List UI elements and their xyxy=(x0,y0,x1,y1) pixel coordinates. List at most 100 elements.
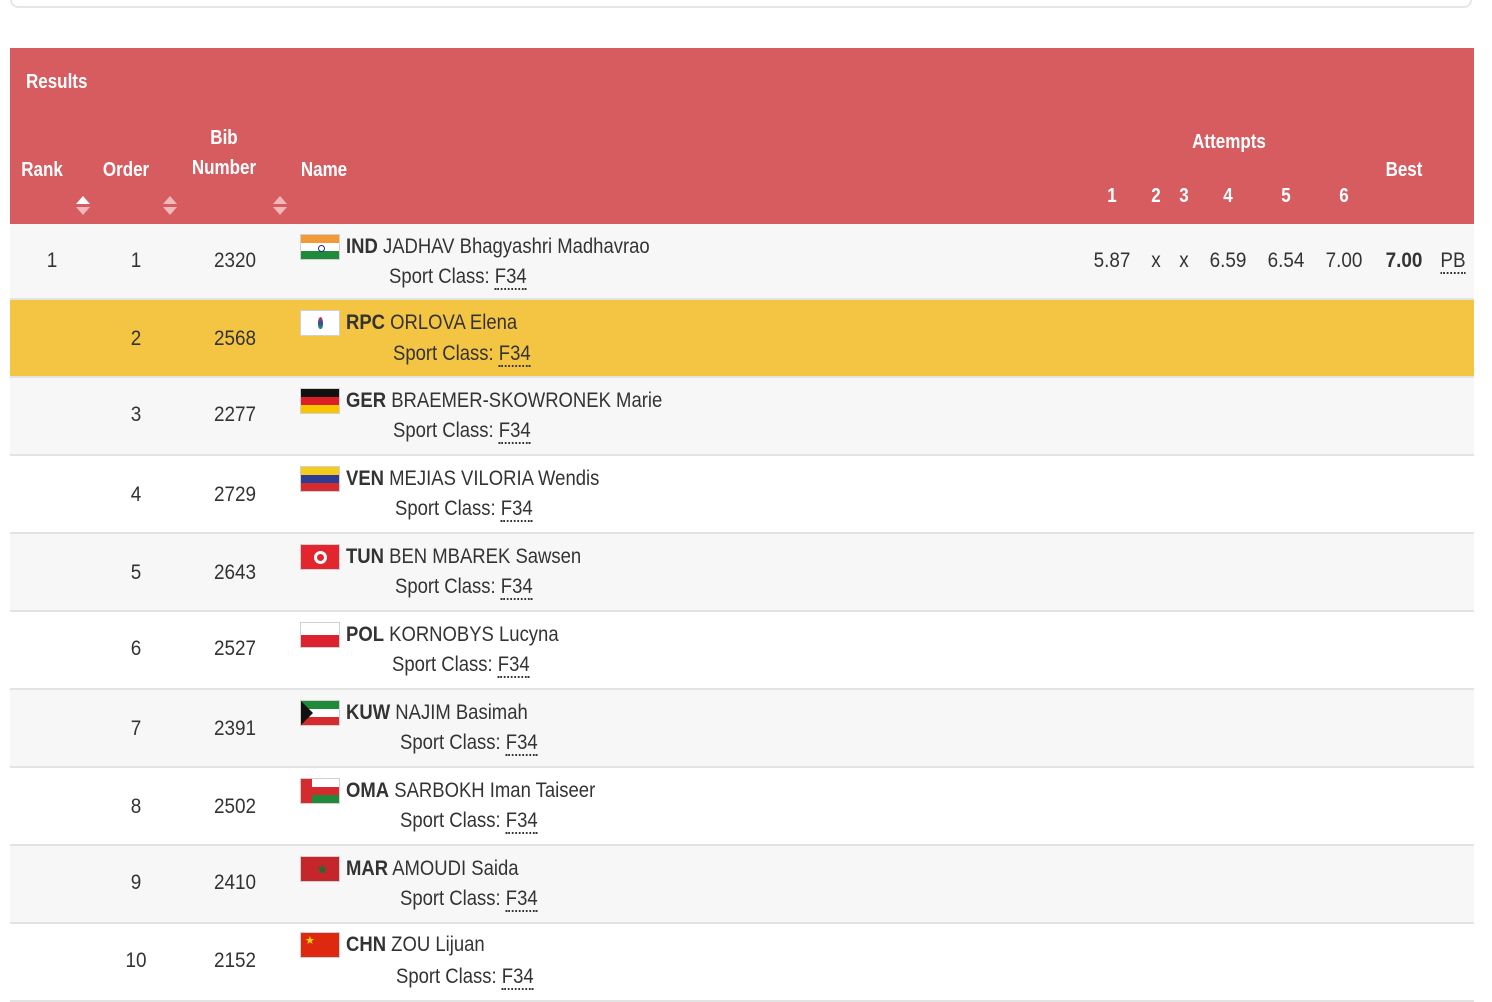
attempt-4: 6.59 xyxy=(1205,248,1252,274)
sport-class-value[interactable]: F34 xyxy=(499,419,531,444)
col-attempts-header: Attempts xyxy=(1179,130,1279,154)
athlete-name[interactable]: TUN BEN MBAREK Sawsen xyxy=(346,544,581,570)
sport-class: Sport Class: F34 xyxy=(392,652,530,678)
sport-class-value[interactable]: F34 xyxy=(506,809,538,834)
noc-code: RPC xyxy=(346,311,385,334)
order-cell: 7 xyxy=(118,716,154,742)
sport-class-value[interactable]: F34 xyxy=(498,653,530,678)
athlete-name-text: SARBOKH Iman Taiseer xyxy=(394,779,595,802)
athlete-name[interactable]: RPC ORLOVA Elena xyxy=(346,310,517,336)
noc-code: OMA xyxy=(346,779,389,802)
sort-rank-icon[interactable] xyxy=(76,196,90,216)
bib-cell: 2320 xyxy=(207,248,263,274)
attempt-6: 7.00 xyxy=(1321,248,1368,274)
athlete-name[interactable]: KUW NAJIM Basimah xyxy=(346,700,528,726)
athlete-name-text: NAJIM Basimah xyxy=(395,701,527,724)
sort-order-icon[interactable] xyxy=(163,196,177,216)
athlete-name-text: ORLOVA Elena xyxy=(390,311,517,334)
table-row: 1 1 2320 IND JADHAV Bhagyashri Madhavrao… xyxy=(10,224,1474,300)
attempt-4-header: 4 xyxy=(1220,184,1237,208)
results-table: Results Rank Order Bib Number Name Attem… xyxy=(10,48,1474,1002)
sport-class-label: Sport Class: xyxy=(400,731,501,754)
tunisia-flag-icon xyxy=(300,544,340,570)
col-bib-header-line1[interactable]: Bib xyxy=(199,126,250,150)
sport-class-value[interactable]: F34 xyxy=(506,887,538,912)
china-flag-icon: ★ xyxy=(300,932,340,958)
athlete-name[interactable]: GER BRAEMER-SKOWRONEK Marie xyxy=(346,388,662,414)
sport-class-label: Sport Class: xyxy=(393,342,494,365)
sort-bib-icon[interactable] xyxy=(273,196,287,216)
sport-class-value[interactable]: F34 xyxy=(502,965,534,990)
order-cell: 4 xyxy=(118,482,154,508)
athlete-name[interactable]: IND JADHAV Bhagyashri Madhavrao xyxy=(346,234,650,260)
sport-class: Sport Class: F34 xyxy=(395,496,533,522)
order-cell: 5 xyxy=(118,560,154,586)
attempt-2-header: 2 xyxy=(1148,184,1165,208)
rank-cell: 1 xyxy=(34,248,70,274)
athlete-name[interactable]: VEN MEJIAS VILORIA Wendis xyxy=(346,466,599,492)
noc-code: IND xyxy=(346,235,378,258)
athlete-name[interactable]: MAR AMOUDI Saida xyxy=(346,856,519,882)
best-result: 7.00 xyxy=(1379,248,1429,274)
athlete-name-text: BEN MBAREK Sawsen xyxy=(389,545,581,568)
athlete-name-text: AMOUDI Saida xyxy=(392,857,518,880)
athlete-name-text: JADHAV Bhagyashri Madhavrao xyxy=(383,235,650,258)
noc-code: VEN xyxy=(346,467,384,490)
athlete-name[interactable]: OMA SARBOKH Iman Taiseer xyxy=(346,778,595,804)
bib-cell: 2643 xyxy=(207,560,263,586)
sport-class: Sport Class: F34 xyxy=(393,418,531,444)
bib-cell: 2391 xyxy=(207,716,263,742)
results-title: Results xyxy=(26,70,87,94)
sport-class: Sport Class: F34 xyxy=(395,574,533,600)
attempt-5-header: 5 xyxy=(1278,184,1295,208)
bib-cell: 2729 xyxy=(207,482,263,508)
attempt-3: x xyxy=(1175,248,1193,274)
order-cell: 9 xyxy=(118,870,154,896)
noc-code: MAR xyxy=(346,857,388,880)
table-row: 9 2410 ★ MAR AMOUDI Saida Sport Class: F… xyxy=(10,846,1474,924)
venezuela-flag-icon xyxy=(300,466,340,492)
top-panel xyxy=(10,0,1472,8)
sport-class: Sport Class: F34 xyxy=(389,264,527,290)
athlete-name[interactable]: CHN ZOU Lijuan xyxy=(346,932,485,958)
col-rank-header[interactable]: Rank xyxy=(20,158,64,182)
india-flag-icon xyxy=(300,234,340,260)
kuwait-flag-icon xyxy=(300,700,340,726)
table-row: 2 2568 RPC ORLOVA Elena Sport Class: F34 xyxy=(10,300,1474,378)
noc-code: KUW xyxy=(346,701,390,724)
sport-class-value[interactable]: F34 xyxy=(495,265,527,290)
col-order-header[interactable]: Order xyxy=(101,158,152,182)
sport-class-label: Sport Class: xyxy=(389,265,490,288)
bib-cell: 2410 xyxy=(207,870,263,896)
sport-class-label: Sport Class: xyxy=(393,419,494,442)
bib-cell: 2152 xyxy=(207,948,263,974)
noc-code: GER xyxy=(346,389,386,412)
order-cell: 10 xyxy=(118,948,154,974)
poland-flag-icon xyxy=(300,622,340,648)
table-row: 8 2502 OMA SARBOKH Iman Taiseer Sport Cl… xyxy=(10,768,1474,846)
sport-class-value[interactable]: F34 xyxy=(501,497,533,522)
record-badge[interactable]: PB xyxy=(1440,249,1465,274)
sport-class-value[interactable]: F34 xyxy=(501,575,533,600)
sport-class: Sport Class: F34 xyxy=(400,808,538,834)
sport-class-value[interactable]: F34 xyxy=(499,342,531,367)
athlete-name-text: KORNOBYS Lucyna xyxy=(389,623,558,646)
col-bib-header-line2[interactable]: Number xyxy=(188,156,259,180)
sport-class-label: Sport Class: xyxy=(396,965,497,988)
athlete-name[interactable]: POL KORNOBYS Lucyna xyxy=(346,622,559,648)
germany-flag-icon xyxy=(300,388,340,414)
morocco-flag-icon: ★ xyxy=(300,856,340,882)
col-name-header[interactable]: Name xyxy=(299,158,350,182)
order-cell: 6 xyxy=(118,636,154,662)
table-row: 7 2391 KUW NAJIM Basimah Sport Class: F3… xyxy=(10,690,1474,768)
bib-cell: 2502 xyxy=(207,794,263,820)
sport-class-label: Sport Class: xyxy=(400,809,501,832)
bib-cell: 2568 xyxy=(207,326,263,352)
col-best-header: Best xyxy=(1379,158,1430,182)
sport-class-value[interactable]: F34 xyxy=(506,731,538,756)
results-header: Results Rank Order Bib Number Name Attem… xyxy=(10,48,1474,224)
sport-class-label: Sport Class: xyxy=(400,887,501,910)
attempt-1-header: 1 xyxy=(1104,184,1121,208)
order-cell: 8 xyxy=(118,794,154,820)
table-row: 3 2277 GER BRAEMER-SKOWRONEK Marie Sport… xyxy=(10,378,1474,456)
